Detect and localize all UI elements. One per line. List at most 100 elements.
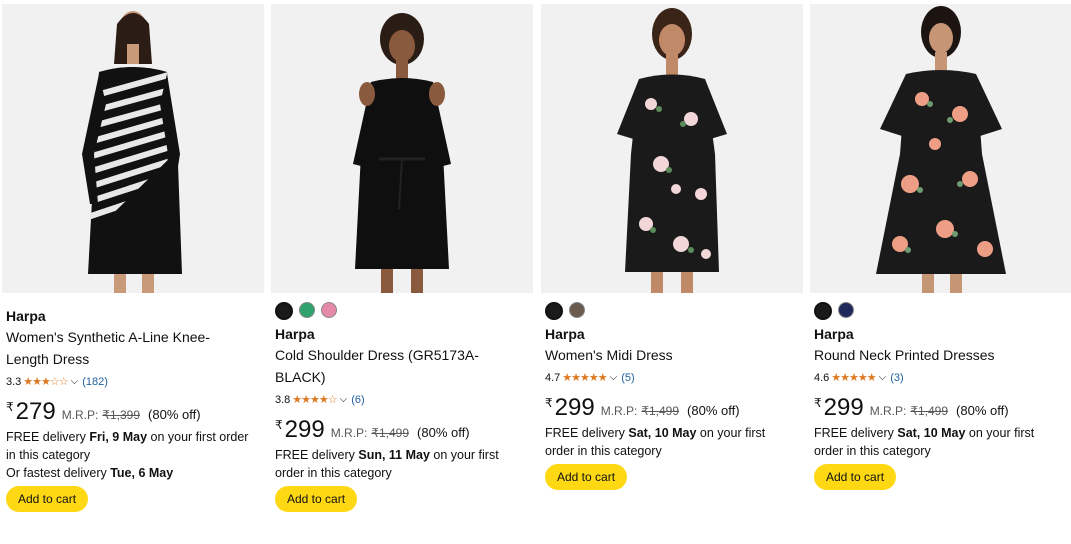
- product-image[interactable]: [2, 4, 264, 293]
- product-image[interactable]: [541, 4, 803, 293]
- title-line[interactable]: Women's Midi Dress: [545, 344, 803, 366]
- star-rating-icon[interactable]: ★★★★☆: [292, 391, 337, 409]
- rating-count-link[interactable]: (182): [82, 373, 108, 391]
- mrp-value: ₹1,499: [641, 404, 680, 418]
- dress-photo-striped: [82, 11, 182, 293]
- chevron-down-icon[interactable]: ⌵: [879, 369, 887, 387]
- rating-value: 4.6: [814, 372, 830, 384]
- delivery-date: Sat, 10 May: [897, 426, 966, 440]
- rating-row[interactable]: 4.6 ★★★★★ ⌵ (3): [814, 369, 1071, 387]
- rating-value: 4.7: [545, 372, 561, 384]
- title-line[interactable]: BLACK): [275, 366, 533, 388]
- rating-value: 3.3: [6, 376, 22, 388]
- color-swatch[interactable]: [321, 302, 337, 318]
- currency-symbol: ₹: [545, 396, 553, 410]
- price-row: ₹ 279 M.R.P: ₹1,399 (80% off): [6, 400, 264, 424]
- color-swatch[interactable]: [545, 302, 563, 320]
- discount: (80% off): [956, 403, 1009, 418]
- chevron-down-icon[interactable]: ⌵: [610, 369, 618, 387]
- rating-count-link[interactable]: (5): [621, 369, 634, 387]
- chevron-down-icon[interactable]: ⌵: [71, 373, 79, 391]
- price-row: ₹ 299 M.R.P: ₹1,499 (80% off): [814, 396, 1071, 420]
- delivery-prefix: FREE delivery: [814, 426, 898, 440]
- rating-count-link[interactable]: (3): [890, 369, 903, 387]
- fastest-date: Tue, 6 May: [110, 466, 174, 480]
- price: 299: [823, 394, 864, 421]
- color-swatches: [545, 302, 803, 322]
- delivery-line2: order in this category: [275, 466, 392, 480]
- color-swatch[interactable]: [299, 302, 315, 318]
- product-title[interactable]: Cold Shoulder Dress (GR5173A- BLACK): [275, 344, 533, 388]
- color-swatch[interactable]: [814, 302, 832, 320]
- delivery-info: FREE delivery Sun, 11 May on your first …: [275, 446, 533, 482]
- rating-value: 3.8: [275, 394, 291, 406]
- product-card[interactable]: Harpa Women's Midi Dress 4.7 ★★★★★ ⌵ (5)…: [541, 4, 803, 544]
- dress-photo-floral-midi: [617, 8, 727, 293]
- product-title[interactable]: Women's Synthetic A-Line Knee- Length Dr…: [6, 326, 264, 370]
- rating-row[interactable]: 4.7 ★★★★★ ⌵ (5): [545, 369, 803, 387]
- title-line[interactable]: Round Neck Printed Dresses: [814, 344, 1071, 366]
- product-brand: Harpa: [6, 308, 46, 324]
- mrp-value: ₹1,499: [371, 426, 410, 440]
- delivery-date: Sat, 10 May: [628, 426, 697, 440]
- delivery-prefix: FREE delivery: [6, 430, 90, 444]
- product-brand: Harpa: [814, 326, 854, 342]
- rating-row[interactable]: 3.8 ★★★★☆ ⌵ (6): [275, 391, 533, 409]
- delivery-suffix: on your first order: [147, 430, 249, 444]
- mrp-value: ₹1,399: [102, 408, 141, 422]
- discount: (80% off): [148, 407, 201, 422]
- product-brand: Harpa: [545, 326, 585, 342]
- mrp-label: M.R.P:: [61, 408, 99, 422]
- color-swatches: [814, 302, 1071, 322]
- delivery-date: Fri, 9 May: [89, 430, 148, 444]
- product-image[interactable]: [810, 4, 1071, 293]
- product-title[interactable]: Women's Midi Dress: [545, 344, 803, 366]
- delivery-date: Sun, 11 May: [358, 448, 430, 462]
- add-to-cart-button[interactable]: Add to cart: [545, 464, 628, 490]
- title-line[interactable]: Cold Shoulder Dress (GR5173A-: [275, 344, 533, 366]
- add-to-cart-button[interactable]: Add to cart: [814, 464, 897, 490]
- delivery-prefix: FREE delivery: [275, 448, 359, 462]
- product-card[interactable]: Harpa Women's Synthetic A-Line Knee- Len…: [2, 4, 264, 544]
- mrp-label: M.R.P:: [869, 404, 907, 418]
- star-rating-icon[interactable]: ★★★★★: [831, 369, 876, 387]
- price: 299: [554, 394, 595, 421]
- mrp-label: M.R.P:: [330, 426, 368, 440]
- dress-photo-floral-round-neck: [876, 6, 1006, 293]
- mrp-value: ₹1,499: [910, 404, 949, 418]
- product-image[interactable]: [271, 4, 533, 293]
- delivery-suffix: on your first: [965, 426, 1035, 440]
- delivery-line2: order in this category: [545, 444, 662, 458]
- delivery-suffix: on your first: [429, 448, 499, 462]
- title-line[interactable]: Women's Synthetic A-Line Knee-: [6, 326, 264, 348]
- product-title[interactable]: Round Neck Printed Dresses: [814, 344, 1071, 366]
- delivery-line2: in this category: [6, 448, 91, 462]
- color-swatch[interactable]: [275, 302, 293, 320]
- add-to-cart-button[interactable]: Add to cart: [275, 486, 358, 512]
- delivery-info: FREE delivery Sat, 10 May on your first …: [545, 424, 803, 460]
- title-line[interactable]: Length Dress: [6, 348, 264, 370]
- product-card[interactable]: Harpa Cold Shoulder Dress (GR5173A- BLAC…: [271, 4, 533, 544]
- delivery-prefix: FREE delivery: [545, 426, 629, 440]
- currency-symbol: ₹: [275, 418, 283, 432]
- price-row: ₹ 299 M.R.P: ₹1,499 (80% off): [275, 418, 533, 442]
- discount: (80% off): [417, 425, 470, 440]
- chevron-down-icon[interactable]: ⌵: [340, 391, 348, 409]
- star-rating-icon[interactable]: ★★★☆☆: [23, 373, 68, 391]
- price: 299: [284, 416, 325, 443]
- color-swatch[interactable]: [569, 302, 585, 318]
- delivery-info: FREE delivery Fri, 9 May on your first o…: [6, 428, 264, 482]
- fastest-prefix: Or fastest delivery: [6, 466, 111, 480]
- rating-row[interactable]: 3.3 ★★★☆☆ ⌵ (182): [6, 373, 264, 391]
- add-to-cart-button[interactable]: Add to cart: [6, 486, 89, 512]
- color-swatch[interactable]: [838, 302, 854, 318]
- delivery-suffix: on your first: [696, 426, 766, 440]
- product-brand: Harpa: [275, 326, 315, 342]
- currency-symbol: ₹: [6, 400, 14, 414]
- rating-count-link[interactable]: (6): [351, 391, 364, 409]
- product-card[interactable]: Harpa Round Neck Printed Dresses 4.6 ★★★…: [810, 4, 1071, 544]
- delivery-info: FREE delivery Sat, 10 May on your first …: [814, 424, 1071, 460]
- dress-photo-black-cold-shoulder: [353, 13, 451, 293]
- star-rating-icon[interactable]: ★★★★★: [562, 369, 607, 387]
- delivery-line2: order in this category: [814, 444, 931, 458]
